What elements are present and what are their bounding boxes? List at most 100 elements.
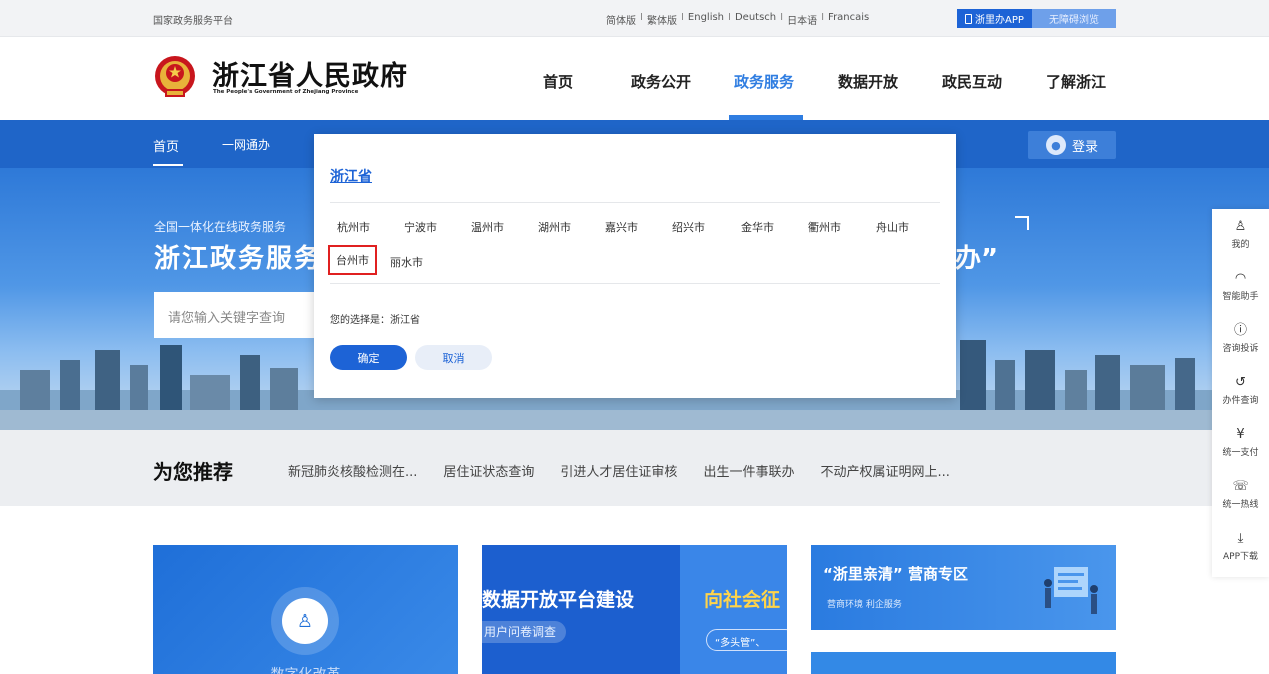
side-label: 办件查询 [1222, 396, 1259, 406]
city-option-selected[interactable]: 台州市 [328, 245, 377, 275]
lang-separator: I [821, 12, 825, 23]
history-icon: ↺ [1235, 375, 1246, 390]
lang-simplified[interactable]: 简体版 [606, 12, 636, 27]
banner-subtitle: 全国一体化在线政务服务 [154, 220, 287, 234]
feature-cards: ♙ 数字化改革 数据开放平台建设 用户问卷调查 向社会征 “多头管”、 “浙里亲… [0, 506, 1269, 674]
subnav-one-stop[interactable]: 一网通办 [222, 136, 270, 153]
card2-subtitle: 用户问卷调查 [482, 621, 567, 643]
side-my[interactable]: ♙ 我的 [1212, 219, 1269, 250]
card3-title: “浙里亲清” 营商专区 [823, 565, 968, 583]
secondary-card[interactable] [811, 652, 1116, 674]
nav-home[interactable]: 首页 [543, 71, 573, 92]
lang-francais[interactable]: Francais [828, 12, 869, 27]
confirm-button[interactable]: 确定 [330, 345, 407, 370]
lang-japanese[interactable]: 日本语 [787, 12, 817, 27]
card2-title: 数据开放平台建设 [482, 589, 635, 611]
recommend-link[interactable]: 新冠肺炎核酸检测在... [288, 461, 417, 480]
headset-icon: ◠ [1234, 271, 1247, 286]
side-payment[interactable]: ¥ 统一支付 [1212, 427, 1269, 458]
card2-right-title: 向社会征 [704, 589, 781, 611]
lang-traditional[interactable]: 繁体版 [647, 12, 677, 27]
business-illustration-icon [1044, 567, 1098, 614]
nav-data-open[interactable]: 数据开放 [838, 71, 898, 92]
modal-divider [330, 283, 940, 284]
accessibility-button[interactable]: 无障碍浏览 [1032, 9, 1116, 28]
city-option[interactable]: 丽水市 [390, 254, 423, 270]
side-label: 我的 [1231, 240, 1250, 250]
org-chart-icon: ♙ [282, 598, 328, 644]
yuan-icon: ¥ [1236, 427, 1245, 442]
city-option[interactable]: 舟山市 [876, 219, 909, 235]
card3-subtitle: 营商环境 利企服务 [827, 600, 902, 610]
top-bar: 国家政务服务平台 简体版 I 繁体版 I English I Deutsch I… [0, 0, 1269, 37]
language-switcher: 简体版 I 繁体版 I English I Deutsch I 日本语 I Fr… [606, 12, 869, 27]
side-label: 统一热线 [1222, 500, 1259, 510]
national-emblem-icon [155, 56, 195, 97]
recommend-links: 新冠肺炎核酸检测在... 居住证状态查询 引进人才居住证审核 出生一件事联办 不… [288, 461, 950, 480]
card1-label: 数字化改革 [153, 664, 458, 674]
lang-deutsch[interactable]: Deutsch [735, 12, 776, 27]
province-tab[interactable]: 浙江省 [330, 166, 372, 186]
banner-corner-decoration [1015, 216, 1029, 230]
current-choice-text: 您的选择是：浙江省 [330, 315, 420, 326]
lang-separator: I [780, 12, 784, 23]
banner-quote-tail: 办” [955, 244, 999, 274]
login-label: 登录 [1071, 139, 1098, 155]
recommend-link[interactable]: 不动产权属证明网上... [820, 461, 949, 480]
nav-gov-services[interactable]: 政务服务 [734, 71, 794, 92]
side-assistant[interactable]: ◠ 智能助手 [1212, 271, 1269, 302]
login-button[interactable]: ● 登录 [1028, 131, 1116, 159]
mobile-icon [965, 13, 973, 24]
city-option[interactable]: 湖州市 [538, 219, 571, 235]
data-platform-card[interactable]: 数据开放平台建设 用户问卷调查 向社会征 “多头管”、 [482, 545, 787, 674]
city-option[interactable]: 金华市 [741, 219, 774, 235]
subnav-active-indicator [153, 164, 183, 166]
cancel-button[interactable]: 取消 [415, 345, 492, 370]
alert-icon: ⓘ [1233, 323, 1247, 338]
download-icon: ⤓ [1237, 531, 1244, 546]
city-option[interactable]: 嘉兴市 [605, 219, 638, 235]
side-label: APP下载 [1222, 552, 1258, 562]
lang-separator: I [680, 12, 684, 23]
nav-about-zhejiang[interactable]: 了解浙江 [1046, 71, 1106, 92]
lang-separator: I [640, 12, 643, 23]
user-avatar-icon: ● [1045, 135, 1066, 155]
banner-title: 浙江政务服务 [154, 244, 323, 274]
business-zone-card[interactable]: “浙里亲清” 营商专区 营商环境 利企服务 [811, 545, 1116, 630]
nav-interaction[interactable]: 政民互动 [942, 71, 1002, 92]
side-query[interactable]: ↺ 办件查询 [1212, 375, 1269, 406]
recommend-link[interactable]: 出生一件事联办 [703, 461, 794, 480]
city-option[interactable]: 衢州市 [808, 219, 841, 235]
recommend-link[interactable]: 引进人才居住证审核 [560, 461, 677, 480]
user-icon: ♙ [1234, 219, 1247, 234]
subnav-home[interactable]: 首页 [153, 136, 179, 155]
site-name[interactable]: 浙江省人民政府 [212, 54, 408, 93]
app-button-label: 浙里办APP [975, 15, 1024, 26]
side-label: 咨询投诉 [1222, 344, 1259, 354]
city-option[interactable]: 温州市 [471, 219, 504, 235]
recommend-link[interactable]: 居住证状态查询 [443, 461, 534, 480]
lang-english[interactable]: English [688, 12, 724, 27]
city-option[interactable]: 杭州市 [337, 219, 370, 235]
digital-reform-card[interactable]: ♙ 数字化改革 [153, 545, 458, 674]
modal-divider [330, 202, 940, 203]
platform-link[interactable]: 国家政务服务平台 [153, 12, 233, 27]
site-header: 浙江省人民政府 The People's Government of Zheji… [0, 37, 1269, 120]
region-selector-modal: 浙江省 杭州市 宁波市 温州市 湖州市 嘉兴市 绍兴市 金华市 衢州市 舟山市 … [314, 134, 956, 398]
recommend-title: 为您推荐 [153, 460, 233, 484]
side-consult[interactable]: ⓘ 咨询投诉 [1212, 323, 1269, 354]
site-name-en: The People's Government of Zhejiang Prov… [213, 89, 359, 95]
card2-right-sub: “多头管”、 [706, 629, 787, 651]
side-hotline[interactable]: ☏ 统一热线 [1212, 479, 1269, 510]
recommend-section: 为您推荐 新冠肺炎核酸检测在... 居住证状态查询 引进人才居住证审核 出生一件… [0, 430, 1269, 506]
city-option[interactable]: 绍兴市 [672, 219, 705, 235]
phone-icon: ☏ [1232, 479, 1249, 494]
city-option[interactable]: 宁波市 [404, 219, 437, 235]
side-label: 智能助手 [1222, 292, 1259, 302]
side-app-download[interactable]: ⤓ APP下载 [1212, 531, 1269, 562]
lang-separator: I [728, 12, 731, 23]
app-button[interactable]: 浙里办APP [957, 9, 1032, 28]
side-float-toolbar: ♙ 我的 ◠ 智能助手 ⓘ 咨询投诉 ↺ 办件查询 ¥ 统一支付 ☏ 统一热线 … [1212, 209, 1269, 577]
card-icon-ring: ♙ [271, 587, 339, 655]
nav-gov-affairs[interactable]: 政务公开 [631, 71, 691, 92]
